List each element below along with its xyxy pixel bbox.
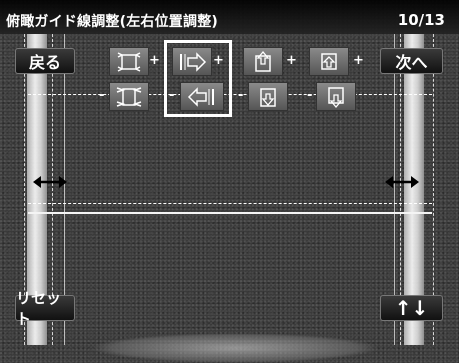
vehicle-hood [90,333,380,363]
move-right-button[interactable] [172,47,212,76]
lower-guide-line [28,212,432,214]
minus-sign: - [238,88,244,103]
left-right-arrow-icon [385,176,419,188]
shrink-width-icon [116,86,142,107]
move-bottom-up-icon [321,52,337,70]
move-bottom-down-icon [328,86,344,108]
expand-width-icon [117,51,141,72]
next-button[interactable]: 次へ [380,48,443,74]
move-left-icon [187,86,214,107]
shrink-width-button[interactable] [109,82,149,111]
plus-sign: + [353,53,364,68]
plus-sign: + [213,53,224,68]
move-top-up-button[interactable] [243,47,283,76]
minus-sign: - [169,88,175,103]
plus-sign: + [149,53,160,68]
move-bottom-up-button[interactable] [309,47,349,76]
minus-sign: - [307,88,313,103]
page-title: 俯瞰ガイド線調整(左右位置調整) [6,14,218,30]
back-button[interactable]: 戻る [15,48,75,74]
minus-sign: - [99,88,105,103]
left-right-arrow-icon [33,176,67,188]
up-down-toggle-button[interactable]: ↑↓ [380,295,443,321]
move-left-button[interactable] [180,82,224,111]
move-top-down-button[interactable] [248,82,288,111]
move-bottom-down-button[interactable] [316,82,356,111]
plus-sign: + [286,53,297,68]
move-top-down-icon [260,87,276,107]
move-right-icon [180,51,207,72]
page-indicator: 10/13 [397,11,445,29]
expand-width-button[interactable] [109,47,149,76]
reset-button[interactable]: リセット [15,289,75,328]
move-top-up-icon [255,50,271,72]
lower-guide-line-dashed [28,203,432,204]
